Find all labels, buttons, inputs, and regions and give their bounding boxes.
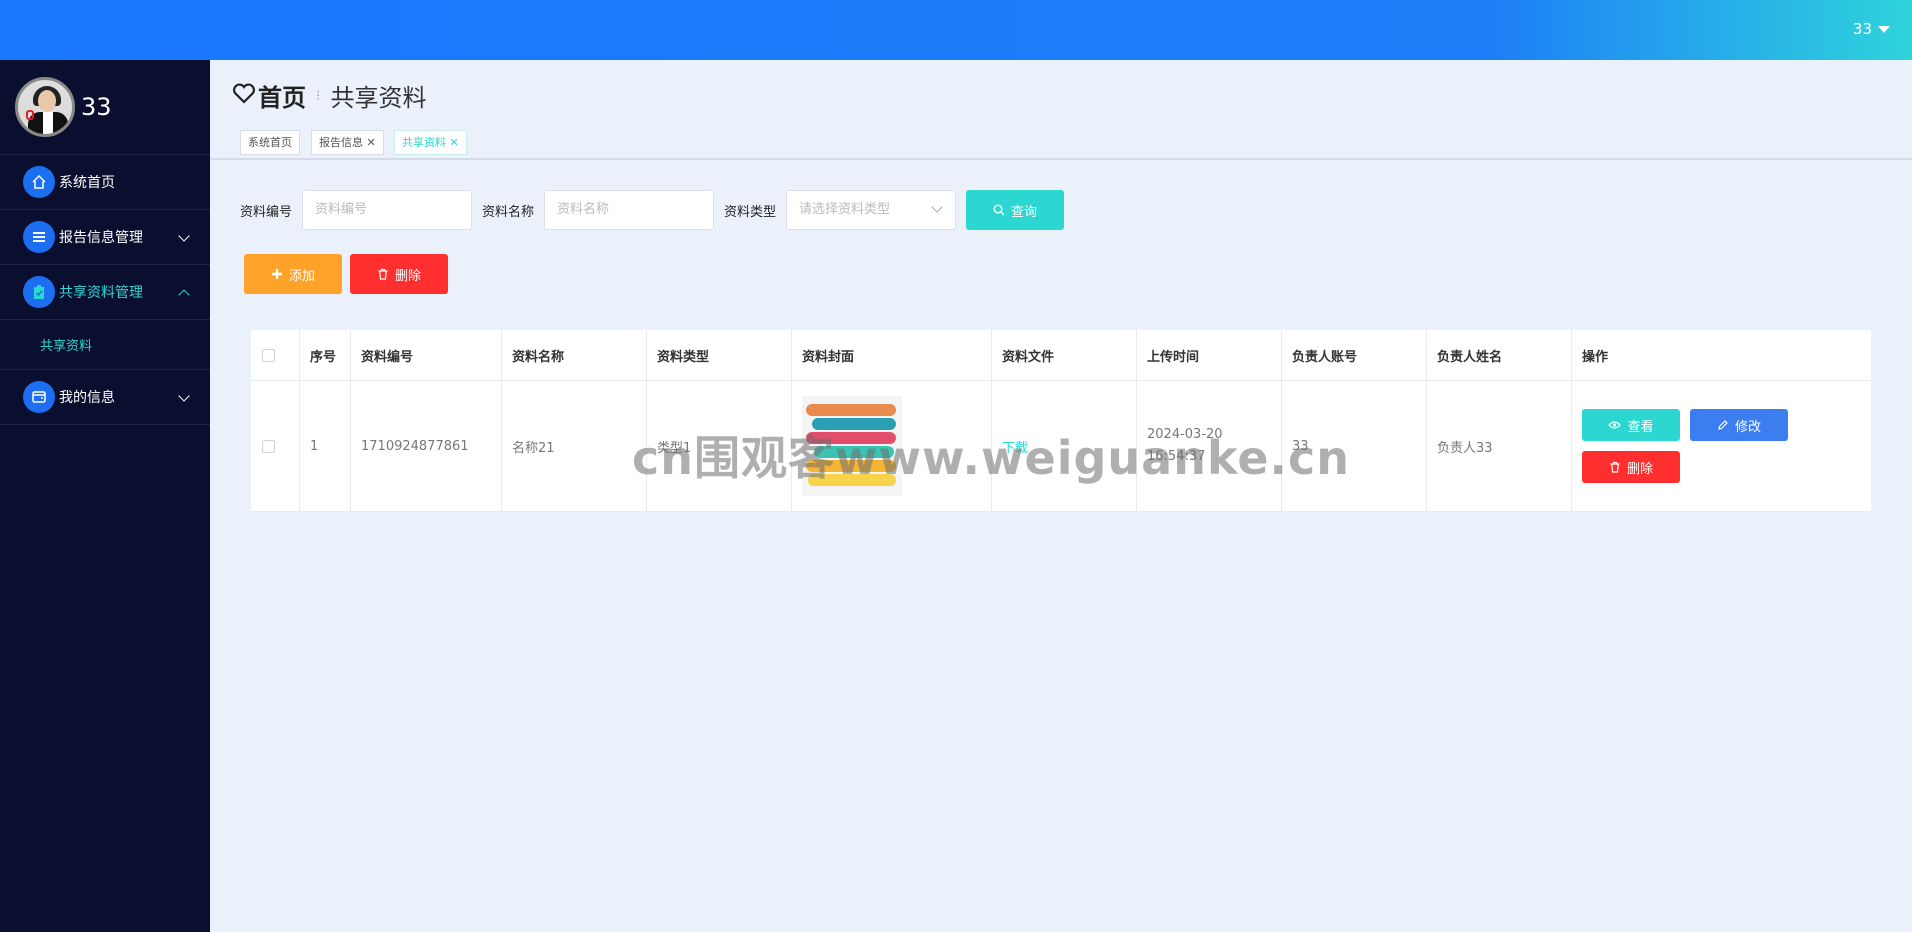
column-header: 操作 — [1582, 349, 1609, 365]
material-no-input[interactable]: 资料编号 — [302, 190, 473, 230]
top-bar: 33 — [0, 0, 1912, 60]
sidebar-user-name: 33 — [81, 93, 112, 121]
materials-table: 序号 资料编号 资料名称 资料类型 资料封面 资料文件 上传时间 负责人账号 负… — [251, 330, 1871, 512]
close-icon[interactable]: ✕ — [446, 136, 458, 149]
row-select-cell — [251, 381, 300, 511]
column-header: 资料文件 — [992, 330, 1137, 380]
column-header: 资料名称 — [502, 330, 647, 380]
trash-icon — [1610, 461, 1620, 473]
caret-down-icon — [1878, 25, 1890, 33]
search-icon — [993, 204, 1005, 216]
sidebar-item-my-info[interactable]: 我的信息 — [0, 370, 210, 425]
user-menu-label: 33 — [1852, 20, 1872, 38]
cell-account: 33 — [1282, 381, 1427, 511]
row-checkbox[interactable] — [262, 439, 275, 453]
cell-owner: 负责人33 — [1427, 381, 1572, 511]
search-type-label: 资料类型 — [724, 204, 777, 220]
material-no-placeholder: 资料编号 — [315, 202, 368, 217]
delete-button-label: 删除 — [1626, 461, 1653, 477]
table-header-row: 序号 资料编号 资料名称 资料类型 资料封面 资料文件 上传时间 负责人账号 负… — [251, 330, 1871, 381]
table-row: 1 1710924877861 名称21 类型1 下载 2024-03-20 1… — [251, 381, 1871, 512]
chevron-down-icon — [178, 230, 190, 242]
eye-icon — [1608, 421, 1622, 429]
chevron-up-icon — [178, 289, 190, 301]
sidebar-item-label: 系统首页 — [59, 175, 115, 191]
cell-actions: 查看 修改 删除 — [1572, 381, 1871, 511]
sidebar-item-label: 共享资料管理 — [59, 285, 143, 301]
tags-view: 系统首页 报告信息 ✕ 共享资料 ✕ — [210, 126, 1912, 160]
column-header: 资料类型 — [647, 330, 792, 380]
heart-icon — [232, 82, 256, 110]
sidebar-item-label: 报告信息管理 — [59, 230, 143, 246]
user-menu[interactable]: 33 — [1853, 20, 1890, 38]
breadcrumb-separator: ⁝ — [316, 87, 321, 104]
material-name-input[interactable]: 资料名称 — [544, 190, 715, 230]
home-icon — [23, 166, 55, 198]
sidebar-subitem-label: 共享资料 — [40, 339, 93, 354]
page-header: 首页 ⁝ 共享资料 — [210, 60, 1912, 126]
breadcrumb-home[interactable]: 首页 — [258, 78, 306, 113]
breadcrumb-current: 共享资料 — [330, 84, 427, 112]
edit-icon — [1718, 420, 1728, 430]
cell-index: 1 — [300, 381, 351, 511]
sidebar-item-report[interactable]: 报告信息管理 — [0, 210, 210, 265]
sidebar-subitem-shared-materials[interactable]: 共享资料 — [0, 320, 210, 370]
column-header: 负责人账号 — [1282, 330, 1427, 380]
view-button[interactable]: 查看 — [1582, 409, 1680, 441]
view-button-label: 查看 — [1627, 419, 1654, 435]
avatar — [15, 77, 75, 137]
sidebar-item-label: 我的信息 — [59, 390, 115, 406]
search-name-label: 资料名称 — [482, 204, 535, 220]
query-button-label: 查询 — [1011, 204, 1038, 220]
tag-shared[interactable]: 共享资料 ✕ — [394, 130, 467, 155]
column-header: 序号 — [300, 330, 351, 380]
cover-image[interactable] — [802, 396, 902, 496]
tag-label: 系统首页 — [248, 136, 292, 149]
edit-button-label: 修改 — [1734, 419, 1761, 435]
sidebar: 33 系统首页 报告信息管理 共享资料管理 共享资料 我的信息 — [0, 60, 210, 932]
breadcrumb: 首页 ⁝ 共享资料 — [232, 78, 426, 113]
select-all-cell — [251, 330, 300, 380]
tag-label: 报告信息 — [319, 136, 363, 149]
search-bar: 资料编号 资料编号 资料名称 资料名称 资料类型 请选择资料类型 查询 — [240, 190, 1065, 230]
clipboard-icon — [23, 276, 55, 308]
cell-file: 下载 — [992, 381, 1137, 511]
material-type-placeholder: 请选择资料类型 — [799, 202, 891, 217]
search-no-label: 资料编号 — [240, 204, 293, 220]
edit-button[interactable]: 修改 — [1690, 409, 1788, 441]
delete-button[interactable]: 删除 — [1582, 451, 1680, 483]
cell-material-name: 名称21 — [502, 381, 647, 511]
query-button[interactable]: 查询 — [966, 190, 1065, 230]
trash-icon — [378, 268, 388, 280]
select-all-checkbox[interactable] — [262, 348, 275, 362]
list-icon — [23, 221, 55, 253]
cell-material-type: 类型1 — [647, 381, 792, 511]
plus-icon — [271, 269, 282, 279]
tag-report[interactable]: 报告信息 ✕ — [311, 130, 384, 155]
add-button-label: 添加 — [288, 268, 315, 284]
sidebar-profile: 33 — [0, 60, 210, 155]
add-button[interactable]: 添加 — [244, 254, 342, 294]
material-type-select[interactable]: 请选择资料类型 — [786, 190, 957, 230]
cell-material-no: 1710924877861 — [351, 381, 502, 511]
cell-upload-time: 2024-03-20 16:54:37 — [1137, 381, 1282, 511]
material-name-placeholder: 资料名称 — [557, 202, 610, 217]
chevron-down-icon — [178, 390, 190, 402]
close-icon[interactable]: ✕ — [363, 136, 375, 149]
sidebar-item-home[interactable]: 系统首页 — [0, 155, 210, 210]
cell-cover — [792, 381, 992, 511]
sidebar-item-shared[interactable]: 共享资料管理 — [0, 265, 210, 320]
column-header: 负责人姓名 — [1427, 330, 1572, 380]
column-header: 上传时间 — [1137, 330, 1282, 380]
column-header: 资料编号 — [351, 330, 502, 380]
batch-delete-label: 删除 — [394, 268, 421, 284]
batch-delete-button[interactable]: 删除 — [350, 254, 448, 294]
tag-home[interactable]: 系统首页 — [240, 130, 300, 155]
column-header: 资料封面 — [792, 330, 992, 380]
tag-label: 共享资料 — [402, 136, 446, 149]
chevron-down-icon — [931, 201, 943, 213]
download-link[interactable]: 下载 — [1002, 437, 1028, 456]
wallet-icon — [23, 381, 55, 413]
